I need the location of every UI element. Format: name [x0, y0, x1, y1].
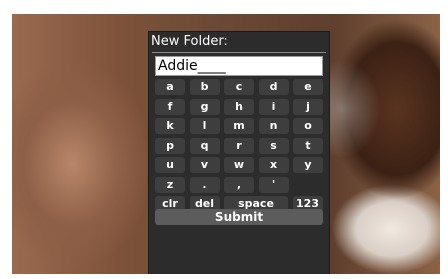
key-t[interactable]: t	[293, 137, 323, 154]
title-divider	[152, 52, 326, 53]
key-m[interactable]: m	[224, 118, 254, 134]
key-w[interactable]: w	[224, 157, 254, 173]
submit-button[interactable]: Submit	[155, 209, 323, 225]
key-u[interactable]: u	[155, 157, 185, 173]
key-y[interactable]: y	[293, 157, 323, 173]
key-n[interactable]: n	[258, 118, 289, 134]
folder-name-input[interactable]: Addie____	[155, 56, 323, 76]
key-i[interactable]: i	[258, 98, 289, 115]
key-l[interactable]: l	[189, 118, 220, 134]
key-q[interactable]: q	[189, 137, 220, 154]
key-h[interactable]: h	[224, 98, 254, 115]
key-s[interactable]: s	[258, 137, 289, 154]
key-comma[interactable]: ,	[224, 176, 254, 193]
key-z[interactable]: z	[155, 176, 185, 193]
key-j[interactable]: j	[293, 98, 323, 115]
key-d[interactable]: d	[258, 79, 289, 95]
key-k[interactable]: k	[155, 118, 185, 134]
key-g[interactable]: g	[189, 98, 220, 115]
key-c[interactable]: c	[224, 79, 254, 95]
key-apostrophe[interactable]: '	[258, 176, 289, 193]
key-e[interactable]: e	[293, 79, 323, 95]
background-video-frame: New Folder: Addie____ abcde fghij klmno pqr…	[12, 14, 440, 274]
key-b[interactable]: b	[189, 79, 220, 95]
key-x[interactable]: x	[258, 157, 289, 173]
key-f[interactable]: f	[155, 98, 185, 115]
key-r[interactable]: r	[224, 137, 254, 154]
key-o[interactable]: o	[293, 118, 323, 134]
dialog-title: New Folder:	[151, 34, 228, 49]
key-v[interactable]: v	[189, 157, 220, 173]
new-folder-dialog: New Folder: Addie____ abcde fghij klmno pqr…	[148, 31, 330, 274]
key-period[interactable]: .	[189, 176, 220, 193]
key-a[interactable]: a	[155, 79, 185, 95]
key-p[interactable]: p	[155, 137, 185, 154]
